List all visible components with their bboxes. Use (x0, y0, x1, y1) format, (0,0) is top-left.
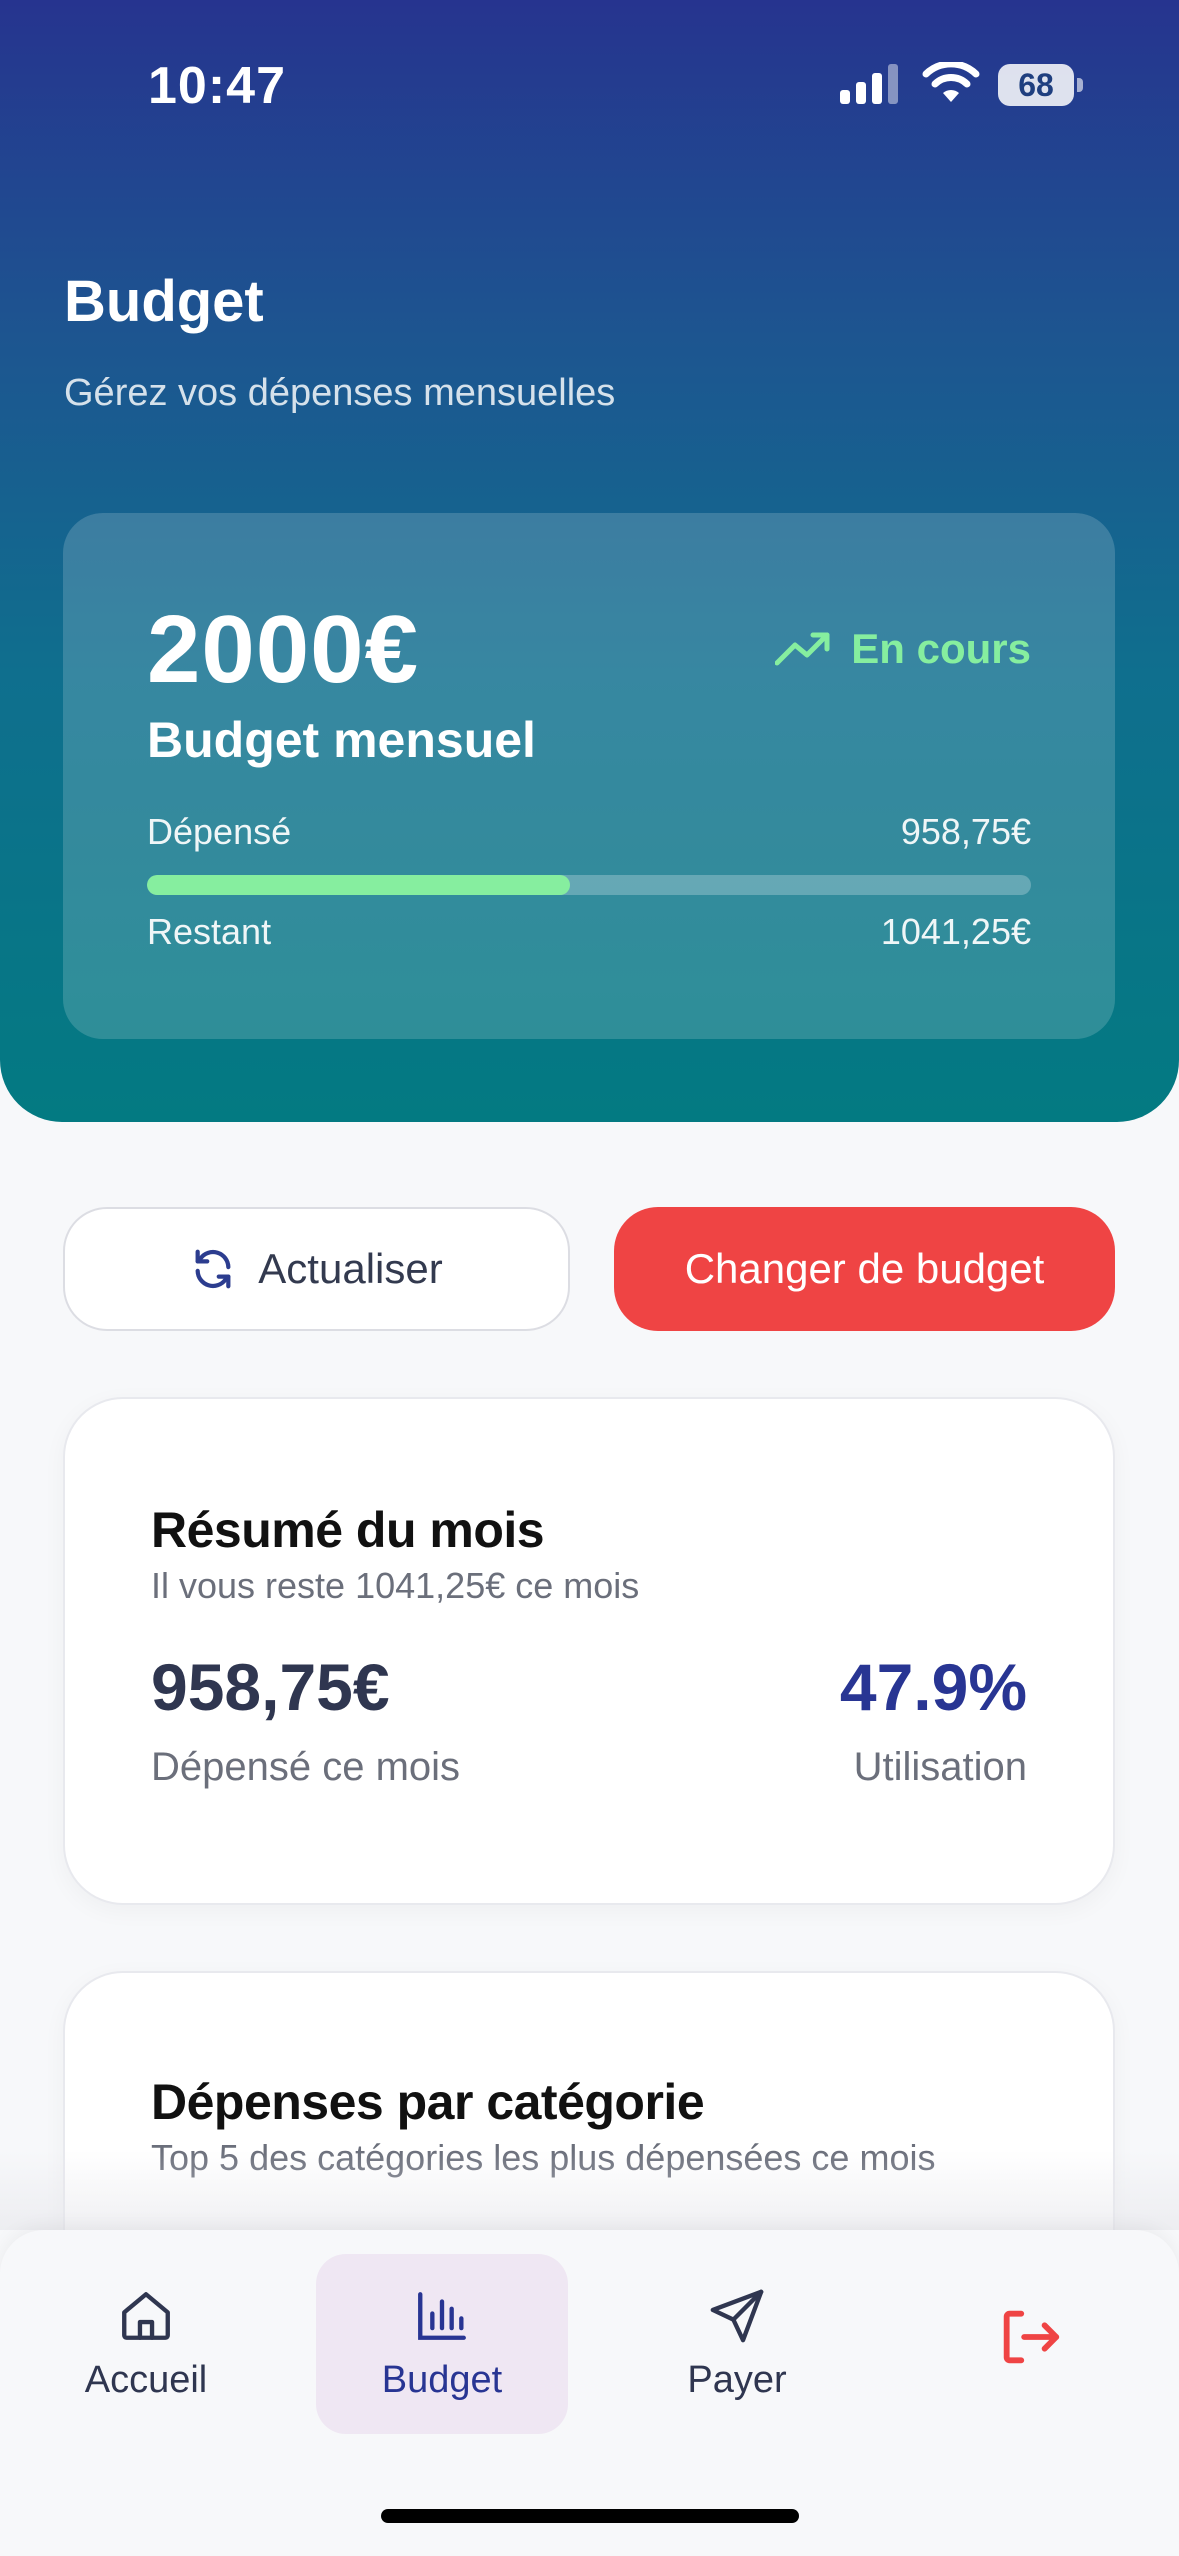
trending-up-icon (775, 632, 830, 666)
budget-amount: 2000€ (147, 596, 419, 703)
tab-pay[interactable]: Payer (611, 2254, 863, 2434)
home-icon (122, 2291, 170, 2340)
remaining-label: Restant (147, 911, 272, 952)
summary-subtitle: Il vous reste 1041,25€ ce mois (151, 1565, 640, 1606)
tab-pay-label: Payer (687, 2358, 787, 2401)
budget-label: Budget mensuel (147, 712, 536, 768)
cellular-signal-icon (840, 64, 898, 104)
status-time: 10:47 (148, 57, 286, 115)
summary-usage-value: 47.9% (839, 1650, 1027, 1724)
change-budget-button-label: Changer de budget (684, 1245, 1045, 1292)
budget-progress-bar (147, 875, 1031, 895)
battery-tip (1077, 78, 1083, 92)
send-icon (710, 2289, 764, 2342)
summary-spent-label: Dépensé ce mois (151, 1745, 461, 1789)
tab-home[interactable]: Accueil (20, 2254, 272, 2434)
change-budget-button[interactable]: Changer de budget (614, 1207, 1115, 1331)
budget-progress-fill (147, 875, 571, 895)
summary-title: Résumé du mois (151, 1502, 545, 1558)
budget-status-label: En cours (851, 625, 1031, 672)
budget-status: En cours (775, 625, 1031, 673)
logout-icon (1003, 2310, 1060, 2364)
home-indicator[interactable] (381, 2509, 799, 2523)
tab-budget-label: Budget (381, 2358, 503, 2401)
refresh-button[interactable]: Actualiser (63, 1207, 570, 1331)
tab-home-label: Accueil (84, 2358, 208, 2401)
summary-usage-label: Utilisation (853, 1745, 1027, 1789)
category-title: Dépenses par catégorie (151, 2074, 705, 2130)
status-icons: 68 (840, 62, 1085, 112)
page-title: Budget (64, 269, 264, 334)
tab-budget[interactable]: Budget (316, 2254, 568, 2434)
spent-label: Dépensé (147, 811, 292, 852)
header-banner: 10:47 68 Budget Gérez vos dépenses mensu… (0, 0, 1179, 1122)
bar-chart-icon (418, 2291, 466, 2340)
refresh-icon (195, 1249, 231, 1289)
wifi-icon (922, 62, 980, 102)
summary-spent-value: 958,75€ (151, 1650, 390, 1724)
budget-overview-card: 2000€ Budget mensuel En cours Dépensé 95… (63, 513, 1115, 1039)
summary-card: Résumé du mois Il vous reste 1041,25€ ce… (63, 1397, 1115, 1905)
page-subtitle: Gérez vos dépenses mensuelles (64, 372, 616, 414)
refresh-button-label: Actualiser (258, 1245, 443, 1292)
spent-value: 958,75€ (900, 811, 1031, 852)
scroll-fade (0, 2150, 1179, 2230)
bottom-tab-bar: Accueil Budget Payer (0, 2230, 1179, 2556)
logout-button[interactable] (904, 2254, 1156, 2434)
battery-level: 68 (998, 64, 1074, 106)
remaining-value: 1041,25€ (880, 911, 1031, 952)
